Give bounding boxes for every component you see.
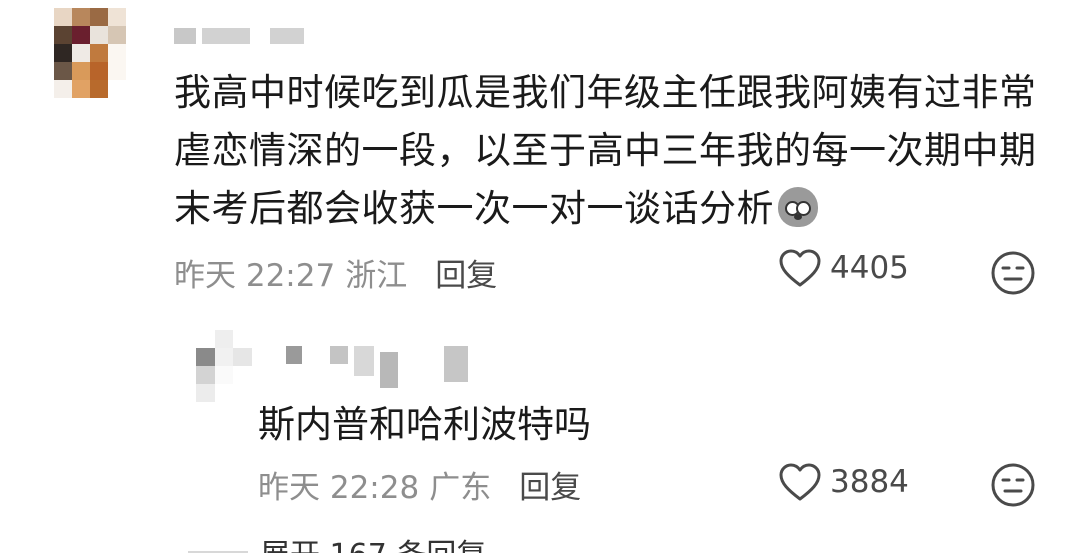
reply-location: 广东	[429, 470, 492, 506]
like-count: 4405	[830, 250, 909, 286]
expand-replies-label: 展开 167 条回复	[260, 530, 486, 553]
heart-icon	[779, 249, 821, 287]
comment-meta: 昨天 22:27 浙江 回复	[174, 250, 497, 295]
comment-line-2: 虐恋情深的一段，以至于高中三年我的每一次期中期	[174, 129, 1037, 172]
like-button[interactable]: 4405	[778, 248, 909, 288]
comment-thread: 我高中时候吃到瓜是我们年级主任跟我阿姨有过非常 虐恋情深的一段，以至于高中三年我…	[0, 0, 1080, 553]
reply-to-reply-button[interactable]: 回复	[519, 462, 581, 507]
avatar[interactable]	[54, 8, 126, 98]
comment-line-3-wrap: 末考后都会收获一次一对一谈话分析	[174, 180, 1054, 238]
reply-avatar[interactable]	[196, 330, 252, 402]
reply-button[interactable]: 回复	[435, 250, 497, 295]
expand-replies-button[interactable]: 展开 167 条回复	[188, 530, 486, 553]
reply-time: 昨天 22:28	[258, 470, 420, 506]
reply-username-blurred[interactable]	[286, 346, 468, 388]
reply-meta: 昨天 22:28 广东 回复	[258, 462, 581, 507]
heart-icon	[779, 463, 821, 501]
username-blurred[interactable]	[174, 28, 304, 44]
shocked-face-emoji-icon	[778, 187, 818, 227]
reply-text: 斯内普和哈利波特吗	[258, 403, 591, 446]
comment-location: 浙江	[345, 258, 408, 294]
comment-line-1: 我高中时候吃到瓜是我们年级主任跟我阿姨有过非常	[174, 71, 1037, 114]
comment-text: 我高中时候吃到瓜是我们年级主任跟我阿姨有过非常 虐恋情深的一段，以至于高中三年我…	[174, 64, 1054, 238]
dislike-face-icon[interactable]	[990, 250, 1036, 296]
reply-like-count: 3884	[830, 464, 909, 500]
comment-line-3: 末考后都会收获一次一对一谈话分析	[174, 187, 774, 230]
dislike-face-icon[interactable]	[990, 462, 1036, 508]
comment-time: 昨天 22:27	[174, 258, 336, 294]
reply-like-button[interactable]: 3884	[778, 462, 909, 502]
